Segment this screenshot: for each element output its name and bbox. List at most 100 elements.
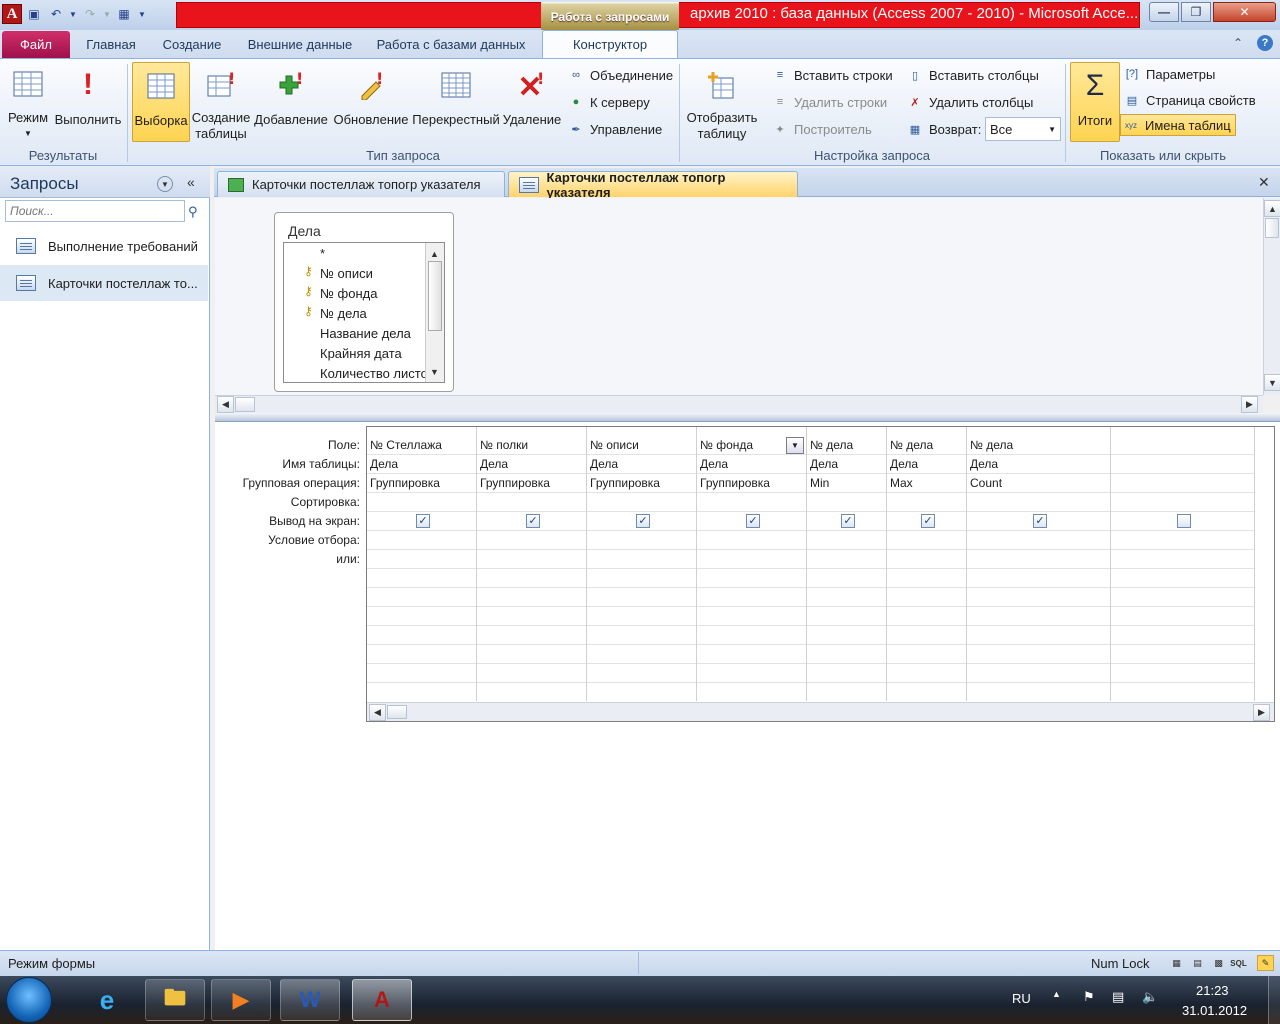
field-list-item[interactable]: ⚷ № описи — [284, 263, 444, 283]
grid-cell-criteria[interactable] — [967, 607, 1110, 626]
collapse-pane-icon[interactable]: « — [187, 174, 195, 190]
grid-cell-criteria[interactable] — [807, 664, 886, 683]
grid-cell-criteria[interactable] — [367, 569, 476, 588]
show-checkbox[interactable]: ✓ — [841, 514, 855, 528]
show-desktop-button[interactable] — [1268, 976, 1280, 1024]
table-names-button[interactable]: xyz Имена таблиц — [1120, 114, 1236, 136]
column-selector[interactable] — [697, 427, 806, 436]
clock-date[interactable]: 31.01.2012 — [1182, 1003, 1247, 1018]
scroll-down-icon[interactable]: ▼ — [1264, 374, 1280, 391]
volume-icon[interactable]: 🔈 — [1142, 989, 1158, 1005]
start-button[interactable] — [6, 977, 52, 1023]
scroll-right-icon[interactable]: ▶ — [1253, 704, 1270, 721]
scroll-right-icon[interactable]: ▶ — [1241, 396, 1258, 413]
redo-icon[interactable]: ↷ — [80, 4, 100, 24]
grid-cell-criteria[interactable] — [807, 531, 886, 550]
grid-cell-criteria[interactable] — [1111, 550, 1254, 569]
show-hidden-icons-icon[interactable]: ▲ — [1052, 989, 1061, 999]
delete-query-button[interactable]: ! Удаление — [502, 62, 562, 142]
grid-cell-field[interactable]: № дела — [967, 436, 1110, 455]
grid-cell-table[interactable]: Дела — [367, 455, 476, 474]
show-checkbox[interactable]: ✓ — [416, 514, 430, 528]
help-icon[interactable]: ? — [1257, 35, 1273, 51]
grid-cell-criteria[interactable] — [367, 626, 476, 645]
builder-button[interactable]: ✦ Построитель — [772, 118, 871, 140]
network-icon[interactable]: ▤ — [1112, 989, 1124, 1005]
grid-cell-criteria[interactable] — [587, 626, 696, 645]
field-list-item[interactable]: Крайняя дата — [284, 343, 444, 363]
delete-rows-button[interactable]: ≡ Удалить строки — [772, 91, 887, 113]
field-list-item[interactable]: * — [284, 243, 444, 263]
grid-cell-criteria[interactable] — [367, 664, 476, 683]
doc-tab-design[interactable]: Карточки постеллаж топогр указателя — [508, 170, 798, 200]
crosstab-query-button[interactable]: Перекрестный — [412, 62, 500, 142]
grid-cell-criteria[interactable] — [587, 550, 696, 569]
navigation-pane-title[interactable]: Запросы — [10, 174, 79, 194]
grid-cell-table[interactable]: Дела — [967, 455, 1110, 474]
grid-cell-criteria[interactable] — [807, 588, 886, 607]
grid-cell-table[interactable]: Дела — [587, 455, 696, 474]
grid-cell-criteria[interactable] — [697, 626, 806, 645]
scroll-up-icon[interactable]: ▲ — [1264, 200, 1280, 217]
close-window-button[interactable]: ✕ — [1213, 2, 1276, 22]
grid-column[interactable]: № дела Дела Count ✓ — [967, 427, 1111, 701]
tab-external-data[interactable]: Внешние данные — [240, 31, 360, 58]
grid-column[interactable] — [1111, 427, 1255, 701]
grid-cell-criteria[interactable] — [1111, 645, 1254, 664]
grid-cell-criteria[interactable] — [1111, 588, 1254, 607]
grid-cell-field[interactable] — [1111, 436, 1254, 455]
grid-cell-criteria[interactable] — [367, 588, 476, 607]
minimize-ribbon-icon[interactable]: ⌃ — [1233, 36, 1243, 50]
update-query-button[interactable]: ! Обновление — [332, 62, 410, 142]
grid-cell-criteria[interactable] — [477, 569, 586, 588]
grid-cell-table[interactable]: Дела — [477, 455, 586, 474]
return-select[interactable]: Все ▼ — [985, 117, 1061, 141]
scroll-down-icon[interactable]: ▼ — [426, 363, 443, 380]
grid-cell-criteria[interactable] — [887, 664, 966, 683]
grid-cell-criteria[interactable] — [587, 664, 696, 683]
grid-cell-criteria[interactable] — [967, 550, 1110, 569]
upper-horizontal-scrollbar[interactable]: ◀ ▶ — [215, 395, 1263, 413]
grid-cell-criteria[interactable] — [477, 607, 586, 626]
grid-cell-table[interactable]: Дела — [697, 455, 806, 474]
pane-splitter[interactable] — [215, 413, 1280, 422]
mode-button[interactable]: Режим ▼ — [4, 62, 52, 142]
grid-cell-criteria[interactable] — [967, 569, 1110, 588]
grid-cell-criteria[interactable] — [367, 550, 476, 569]
field-list-item[interactable]: Количество листов — [284, 363, 444, 382]
show-checkbox[interactable]: ✓ — [921, 514, 935, 528]
grid-cell-criteria[interactable] — [1111, 531, 1254, 550]
close-document-icon[interactable]: ✕ — [1258, 174, 1270, 191]
grid-cell-criteria[interactable] — [477, 645, 586, 664]
grid-cell-total[interactable]: Группировка — [697, 474, 806, 493]
undo-icon[interactable]: ↶ — [46, 4, 66, 24]
grid-cell-criteria[interactable] — [697, 607, 806, 626]
grid-column[interactable]: № дела Дела Max ✓ — [887, 427, 967, 701]
grid-cell-criteria[interactable] — [807, 550, 886, 569]
grid-cell-sort[interactable] — [887, 493, 966, 512]
delete-columns-button[interactable]: ✗ Удалить столбцы — [907, 91, 1033, 113]
grid-cell-total[interactable] — [1111, 474, 1254, 493]
data-definition-button[interactable]: ✒ Управление — [568, 118, 662, 140]
grid-cell-field[interactable]: № дела — [807, 436, 886, 455]
grid-cell-criteria[interactable] — [587, 531, 696, 550]
access-taskbar-icon[interactable]: A — [352, 979, 412, 1021]
maximize-button[interactable]: ❐ — [1181, 2, 1211, 22]
make-table-button[interactable]: ! Создание таблицы — [192, 62, 251, 142]
grid-cell-criteria[interactable] — [887, 588, 966, 607]
grid-column[interactable]: № описи Дела Группировка ✓ — [587, 427, 697, 701]
grid-cell-criteria[interactable] — [887, 531, 966, 550]
grid-cell-criteria[interactable] — [1111, 664, 1254, 683]
column-selector[interactable] — [477, 427, 586, 436]
totals-button[interactable]: Σ Итоги — [1070, 62, 1120, 142]
nav-search-input[interactable] — [5, 200, 185, 222]
grid-cell-total[interactable]: Min — [807, 474, 886, 493]
grid-cell-criteria[interactable] — [807, 607, 886, 626]
query-mode-icon[interactable]: ▦ — [114, 4, 134, 24]
grid-cell-criteria[interactable] — [367, 607, 476, 626]
grid-cell-total[interactable]: Count — [967, 474, 1110, 493]
column-selector[interactable] — [967, 427, 1110, 436]
upper-vertical-scrollbar[interactable]: ▲ ▼ — [1263, 198, 1280, 395]
nav-menu-chevron-icon[interactable]: ▼ — [157, 176, 173, 192]
grid-cell-criteria[interactable] — [367, 645, 476, 664]
